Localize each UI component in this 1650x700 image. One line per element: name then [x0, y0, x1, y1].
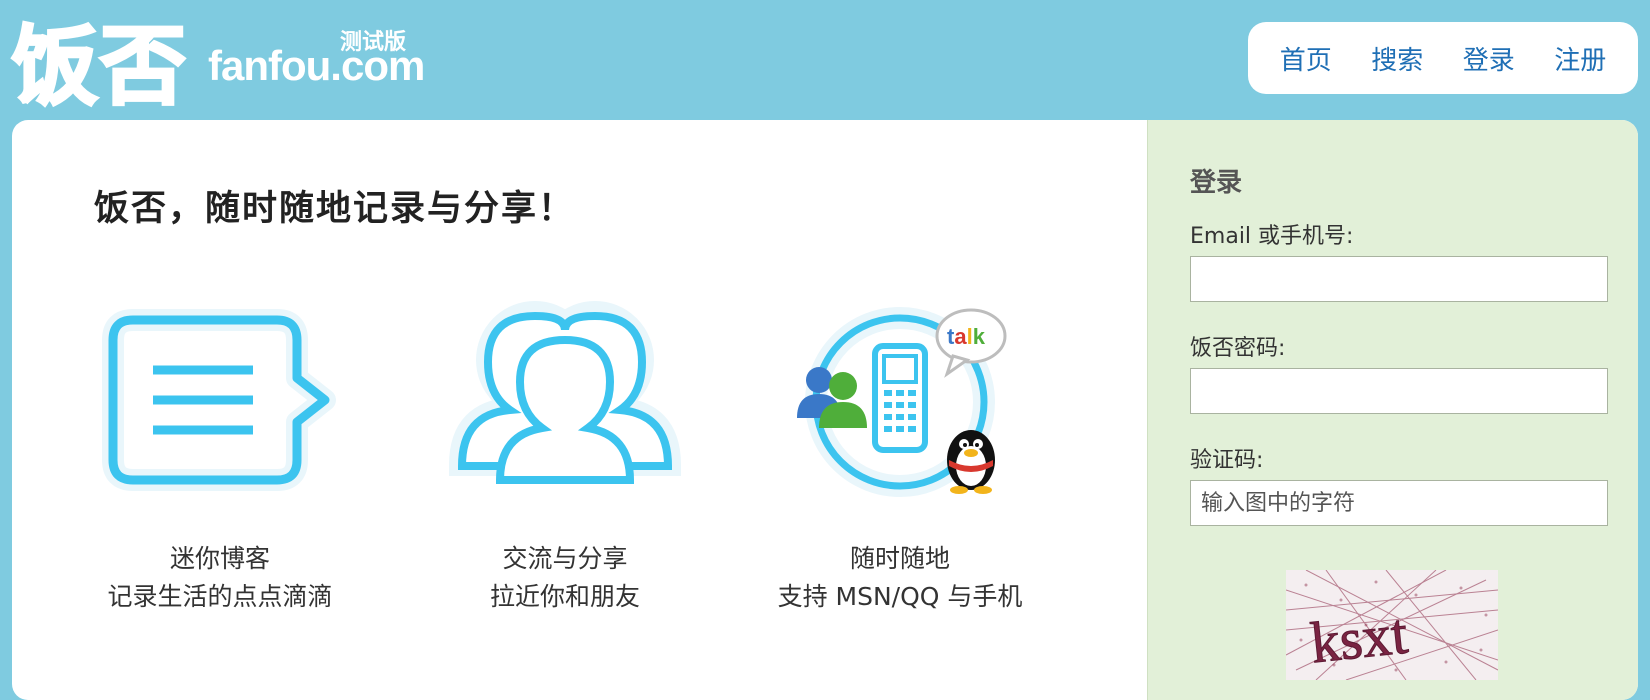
captcha-text: ksxt — [1308, 601, 1411, 676]
password-label: 饭否密码: — [1190, 336, 1286, 361]
nav-login-link[interactable]: 登录 — [1463, 40, 1515, 77]
site-logo[interactable]: 饭否 fanfou.com 测试版 — [11, 2, 426, 119]
phone-im-icon: talk — [797, 307, 1007, 497]
feature-title: 迷你博客 — [169, 544, 270, 573]
feature-title: 随时随地 — [849, 544, 950, 573]
logo-chinese: 饭否 — [11, 16, 188, 119]
feature-caption: 迷你博客 记录生活的点点滴滴 — [60, 540, 380, 616]
speech-bubble-icon — [102, 309, 336, 491]
email-label: Email 或手机号: — [1190, 224, 1354, 249]
email-field[interactable] — [1190, 256, 1608, 302]
nav-search-link[interactable]: 搜索 — [1371, 40, 1423, 77]
login-sidebar: 登录 Email 或手机号: 饭否密码: 验证码: ksxt — [1147, 120, 1638, 700]
password-field[interactable] — [1190, 368, 1608, 414]
login-title: 登录 — [1190, 168, 1243, 198]
feature-caption: 交流与分享 拉近你和朋友 — [405, 540, 725, 616]
feature-caption: 随时随地 支持 MSN/QQ 与手机 — [740, 540, 1060, 616]
captcha-input[interactable] — [1190, 480, 1608, 526]
captcha-image[interactable]: ksxt — [1286, 570, 1498, 680]
top-nav: 首页 搜索 登录 注册 — [1248, 22, 1638, 94]
logo-beta-badge: 测试版 — [340, 30, 407, 55]
feature-title: 交流与分享 — [502, 544, 628, 573]
feature-microblog: 迷你博客 记录生活的点点滴滴 — [60, 290, 380, 616]
feature-subtitle: 支持 MSN/QQ 与手机 — [777, 582, 1023, 611]
qq-icon — [947, 430, 995, 494]
main-panel: 饭否，随时随地记录与分享！ 迷你博客 记录生活的点点滴滴 交流与分享 拉近你和朋… — [12, 120, 1638, 700]
svg-text:talk: talk — [947, 324, 986, 349]
feature-subtitle: 记录生活的点点滴滴 — [107, 582, 333, 611]
captcha-label: 验证码: — [1190, 448, 1264, 473]
people-icon — [448, 301, 682, 484]
feature-subtitle: 拉近你和朋友 — [489, 582, 640, 611]
feature-anywhere: talk 随时随地 支持 MSN/QQ 与手机 — [740, 290, 1060, 616]
nav-home-link[interactable]: 首页 — [1280, 40, 1332, 77]
nav-register-link[interactable]: 注册 — [1554, 40, 1606, 77]
feature-sharing: 交流与分享 拉近你和朋友 — [405, 290, 725, 616]
page-headline: 饭否，随时随地记录与分享！ — [94, 189, 576, 229]
intro-content: 饭否，随时随地记录与分享！ 迷你博客 记录生活的点点滴滴 交流与分享 拉近你和朋… — [12, 120, 1147, 700]
